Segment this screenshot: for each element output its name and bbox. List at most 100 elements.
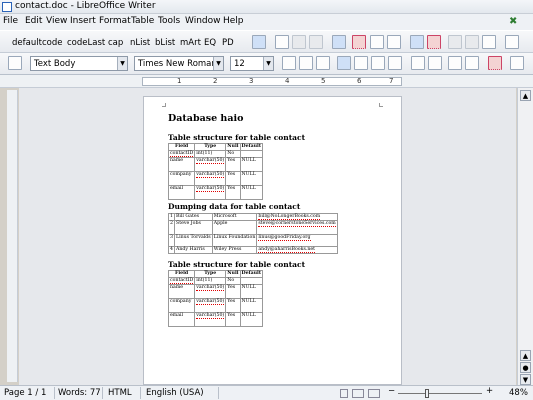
chevron-down-icon[interactable]: ▼ <box>117 57 127 70</box>
export-pdf-icon[interactable] <box>352 35 366 49</box>
macro-blist-button[interactable]: bList <box>155 38 175 48</box>
document-page[interactable]: Database haio Table structure for table … <box>143 96 402 385</box>
font-color-icon[interactable] <box>488 56 502 70</box>
table-cell: NULL <box>239 157 264 172</box>
table-header: Null <box>225 270 241 278</box>
table-cell: Steve Jobs <box>173 220 213 235</box>
table-row: email varchar(50) Yes NULL <box>167 312 264 327</box>
increase-indent-icon[interactable] <box>465 56 479 70</box>
vertical-scrollbar[interactable]: ▲ ▲ ● ▼ <box>517 88 533 385</box>
paragraph-style-value: Text Body <box>34 59 76 69</box>
table-cell: name <box>167 284 196 299</box>
menu-tools[interactable]: Tools <box>158 16 180 26</box>
language-indicator[interactable]: English (USA) <box>146 388 204 398</box>
table-cell: Microsoft <box>211 213 258 221</box>
spelling-icon[interactable] <box>410 35 424 49</box>
menu-insert[interactable]: Insert <box>70 16 96 26</box>
navigator-icon[interactable]: ● <box>520 362 531 373</box>
italic-icon[interactable] <box>299 56 313 70</box>
underline-icon[interactable] <box>316 56 330 70</box>
table-row: name varchar(50) Yes NULL <box>167 284 264 299</box>
table-cell: varchar(50) <box>196 313 225 319</box>
status-bar: Page 1 / 1 Words: 77 HTML English (USA) … <box>0 385 533 400</box>
macro-default-button[interactable]: default <box>12 38 42 48</box>
zoom-slider[interactable] <box>398 393 482 394</box>
table-header: Field <box>167 143 196 151</box>
table-cell: No <box>225 150 241 158</box>
table-cell: Bill Gates <box>173 213 213 221</box>
menu-table[interactable]: Table <box>131 16 154 26</box>
decrease-indent-icon[interactable] <box>448 56 462 70</box>
scroll-up-icon[interactable]: ▲ <box>520 90 531 101</box>
ruler-number: 1 <box>177 77 182 85</box>
table-cell: NULL <box>239 298 264 313</box>
formatting-toolbar: Text Body ▼ Times New Roman ▼ 12 ▼ <box>0 53 533 75</box>
horizontal-ruler[interactable]: 1 2 3 4 5 6 7 <box>142 77 402 86</box>
table-cell: int(11) <box>194 277 227 285</box>
ruler-number: 5 <box>321 77 326 85</box>
align-center-icon[interactable] <box>354 56 368 70</box>
bullets-icon[interactable] <box>428 56 442 70</box>
clone-formatting-icon[interactable] <box>505 35 519 49</box>
numbering-icon[interactable] <box>411 56 425 70</box>
table-cell: Yes <box>225 185 241 200</box>
print-icon[interactable] <box>370 35 384 49</box>
zoom-out-icon[interactable]: − <box>388 386 395 396</box>
ruler-number: 2 <box>213 77 218 85</box>
macro-mart-button[interactable]: mArt <box>180 38 201 48</box>
menu-edit[interactable]: Edit <box>25 16 42 26</box>
paragraph-style-select[interactable]: Text Body ▼ <box>30 56 128 71</box>
status-divider <box>218 387 219 399</box>
autospellcheck-icon[interactable] <box>427 35 441 49</box>
zoom-in-icon[interactable]: + <box>486 386 493 396</box>
bold-icon[interactable] <box>282 56 296 70</box>
menu-view[interactable]: View <box>46 16 67 26</box>
vertical-ruler[interactable] <box>7 90 18 382</box>
zoom-level[interactable]: 48% <box>509 388 528 398</box>
font-size-select[interactable]: 12 ▼ <box>230 56 274 71</box>
macro-pd-button[interactable]: PD <box>222 38 234 48</box>
align-right-icon[interactable] <box>371 56 385 70</box>
open-folder-icon[interactable] <box>275 35 289 49</box>
copy-icon[interactable] <box>465 35 479 49</box>
macro-codelast-button[interactable]: codeLast <box>67 38 105 48</box>
align-left-icon[interactable] <box>337 56 351 70</box>
table-cell: Yes <box>225 284 241 299</box>
table-cell: Yes <box>225 157 241 172</box>
highlight-icon[interactable] <box>510 56 524 70</box>
multi-page-view-icon[interactable] <box>352 389 364 398</box>
next-page-icon[interactable]: ▼ <box>520 374 531 385</box>
zoom-slider-handle[interactable] <box>425 389 429 398</box>
macro-eq-button[interactable]: EQ <box>204 38 216 48</box>
print-preview-icon[interactable] <box>387 35 401 49</box>
close-document-icon[interactable]: ✖ <box>509 17 519 27</box>
menu-help[interactable]: Help <box>223 16 244 26</box>
table-cell: Apple <box>211 220 258 235</box>
paste-icon[interactable] <box>482 35 496 49</box>
chevron-down-icon[interactable]: ▼ <box>263 57 273 70</box>
margin-corner-mark <box>379 103 383 107</box>
justify-icon[interactable] <box>388 56 402 70</box>
menu-file[interactable]: File <box>3 16 18 26</box>
table-cell <box>239 150 264 158</box>
new-document-icon[interactable] <box>252 35 266 49</box>
cut-icon[interactable] <box>448 35 462 49</box>
styles-formatting-icon[interactable] <box>8 56 22 70</box>
font-name-select[interactable]: Times New Roman ▼ <box>134 56 224 71</box>
book-view-icon[interactable] <box>368 389 380 398</box>
table-cell: NULL <box>239 312 264 327</box>
menu-format[interactable]: Format <box>99 16 131 26</box>
chevron-down-icon[interactable]: ▼ <box>213 57 223 70</box>
save-icon[interactable] <box>292 35 306 49</box>
menu-window[interactable]: Window <box>185 16 221 26</box>
word-count: Words: 77 <box>58 388 101 398</box>
macro-cap-button[interactable]: cap <box>108 38 123 48</box>
edit-file-icon[interactable] <box>332 35 346 49</box>
table-cell: contactID <box>170 151 194 157</box>
single-page-view-icon[interactable] <box>340 389 348 398</box>
email-icon[interactable] <box>309 35 323 49</box>
macro-code-button[interactable]: code <box>42 38 63 48</box>
table-cell: varchar(50) <box>196 158 225 164</box>
macro-nlist-button[interactable]: nList <box>130 38 150 48</box>
previous-page-icon[interactable]: ▲ <box>520 350 531 361</box>
